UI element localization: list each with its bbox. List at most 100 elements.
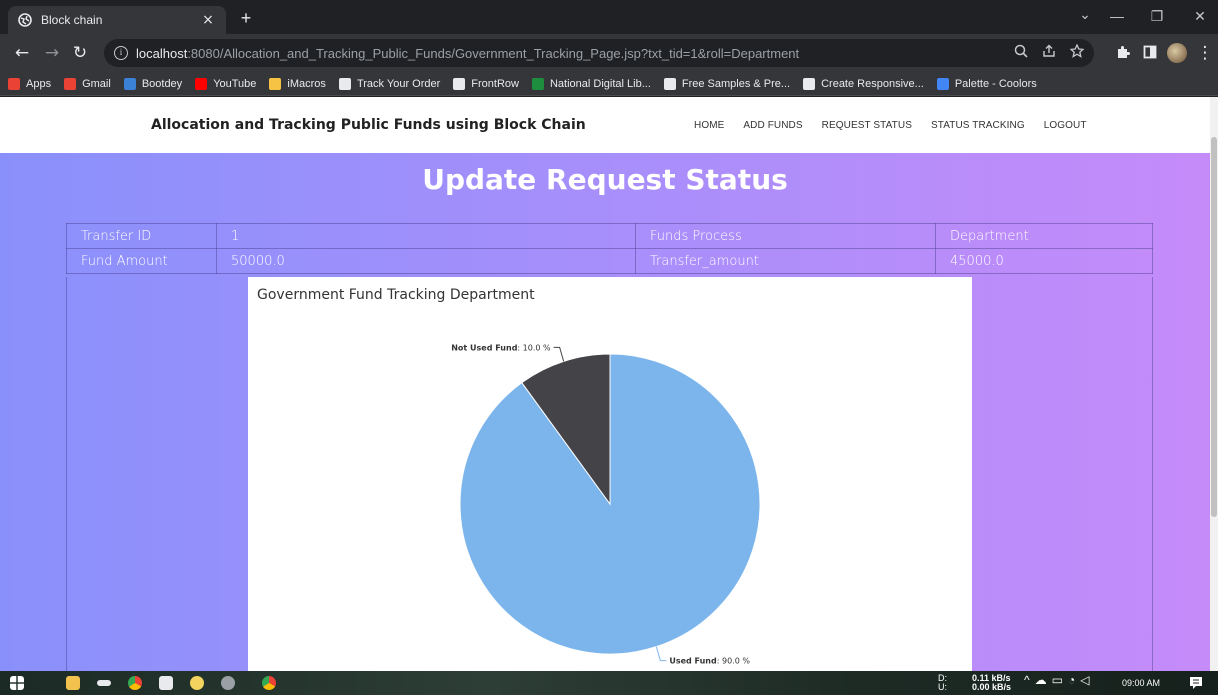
transfer-details-table: Transfer ID 1 Funds Process Department F… — [66, 223, 1153, 274]
notifications-icon[interactable] — [1189, 676, 1203, 690]
bookmark-label: Gmail — [82, 77, 111, 90]
page-title: Update Request Status — [422, 163, 788, 196]
system-tray-icons[interactable]: ^☁▭◔◁ — [1024, 674, 1094, 686]
pie-chart: Government Fund Tracking Department Used… — [248, 277, 972, 671]
data-label-connector — [655, 646, 667, 662]
bookmark-item[interactable]: Free Samples & Pre... — [663, 77, 791, 90]
youtube-icon — [195, 77, 208, 90]
bookmark-item[interactable]: Gmail — [64, 77, 111, 90]
minimize-button[interactable]: — — [1107, 8, 1127, 24]
zoom-icon[interactable] — [1014, 44, 1028, 58]
tab-search-icon[interactable]: ⌄ — [1075, 6, 1095, 23]
share-icon[interactable] — [1042, 44, 1056, 58]
pie-label-name: Used Fund — [669, 657, 717, 666]
bookmark-label: Apps — [26, 77, 52, 90]
new-tab-button[interactable]: + — [236, 9, 256, 27]
pie-data-label: Not Used Fund: 10.0 % — [451, 343, 551, 352]
reload-icon[interactable]: ↻ — [70, 43, 90, 63]
url-text: localhost:8080/Allocation_and_Tracking_P… — [136, 46, 799, 61]
bookmark-label: iMacros — [287, 77, 326, 90]
bookmark-label: FrontRow — [471, 77, 519, 90]
pie-label-value: 90.0 % — [722, 657, 750, 666]
funds-process-label: Funds Process — [635, 223, 936, 249]
close-window-button[interactable]: ✕ — [1190, 8, 1210, 25]
clock[interactable]: 09:00 AM — [1122, 679, 1160, 688]
restore-button[interactable]: ❐ — [1147, 8, 1167, 25]
chart-title: Government Fund Tracking Department — [257, 287, 535, 303]
chrome-icon[interactable] — [128, 676, 142, 690]
page-viewport: Allocation and Tracking Public Funds usi… — [0, 97, 1210, 671]
globe-icon — [18, 13, 32, 27]
file-explorer-icon[interactable] — [66, 676, 80, 690]
pie-chart-svg: Government Fund Tracking Department Used… — [257, 287, 761, 666]
fund-amount-value: 50000.0 — [216, 248, 636, 274]
globe-icon — [531, 77, 544, 90]
nav-logout-link[interactable]: LOGOUT — [1044, 120, 1087, 131]
nav-home-link[interactable]: HOME — [694, 120, 724, 131]
funds-process-value: Department — [935, 223, 1153, 249]
frontrow-icon — [453, 77, 466, 90]
windows-start-icon[interactable] — [10, 676, 24, 690]
chrome-active-icon[interactable] — [262, 676, 276, 690]
bookmark-label: Palette - Coolors — [954, 77, 1037, 90]
extensions-puzzle-icon[interactable] — [1113, 44, 1133, 60]
gmail-icon — [64, 77, 77, 90]
transfer-amount-value: 45000.0 — [935, 248, 1153, 274]
create-responsive-icon — [803, 77, 816, 90]
bookmark-label: Track Your Order — [356, 77, 441, 90]
bookmark-item[interactable]: Bootdey — [123, 77, 182, 90]
site-info-icon[interactable]: i — [114, 46, 128, 60]
pie-label-name: Not Used Fund — [451, 343, 517, 352]
browser-menu-icon[interactable]: ⋮ — [1195, 43, 1215, 63]
bookmark-item[interactable]: Apps — [8, 77, 52, 90]
bookmark-item[interactable]: Track Your Order — [338, 77, 441, 90]
forward-arrow-icon[interactable]: → — [42, 43, 62, 63]
bookmark-item[interactable]: Palette - Coolors — [936, 77, 1037, 90]
apps-grid-icon — [8, 77, 20, 90]
profile-avatar[interactable] — [1167, 43, 1187, 63]
network-labels: D: U: — [938, 674, 947, 692]
nav-status-tracking-link[interactable]: STATUS TRACKING — [931, 120, 1025, 131]
browser-tab-strip: Block chain × + ⌄ — ❐ ✕ — [0, 0, 1218, 34]
url-host: localhost — [136, 45, 188, 61]
bookmark-item[interactable]: FrontRow — [453, 77, 519, 90]
folder-icon — [269, 77, 282, 90]
bookmark-item[interactable]: National Digital Lib... — [531, 77, 651, 90]
tab-close-icon[interactable]: × — [200, 12, 216, 28]
table-row: Transfer ID 1 Funds Process Department — [66, 223, 1153, 249]
network-speed: 0.11 kB/s 0.00 kB/s — [972, 674, 1011, 692]
bookmark-star-icon[interactable] — [1070, 44, 1084, 58]
mail-icon[interactable] — [159, 676, 173, 690]
bookmark-label: YouTube — [213, 77, 257, 90]
upload-speed: 0.00 kB/s — [972, 682, 1012, 692]
scrollbar-thumb[interactable] — [1211, 137, 1217, 517]
taskbar-app-icon[interactable] — [97, 680, 111, 686]
nav-request-status-link[interactable]: REQUEST STATUS — [822, 120, 912, 131]
palette-icon — [936, 77, 949, 90]
address-bar[interactable]: i localhost:8080/Allocation_and_Tracking… — [104, 39, 1094, 67]
site-menu: HOME ADD FUNDS REQUEST STATUS STATUS TRA… — [694, 120, 1087, 131]
bookmark-item[interactable]: Create Responsive... — [803, 77, 924, 90]
site-navbar: Allocation and Tracking Public Funds usi… — [0, 97, 1210, 153]
taskbar-app-icon[interactable] — [190, 676, 204, 690]
pie-label-value: 10.0 % — [523, 343, 551, 352]
pie-data-label: Used Fund: 90.0 % — [669, 657, 750, 666]
bookmark-item[interactable]: iMacros — [269, 77, 326, 90]
transfer-amount-label: Transfer_amount — [635, 248, 936, 274]
bookmark-label: National Digital Lib... — [549, 77, 651, 90]
bookmarks-bar: Apps Gmail Bootdey YouTube iMacros Track Your… — [0, 72, 1218, 96]
browser-tab[interactable]: Block chain × — [8, 6, 226, 34]
tab-title: Block chain — [41, 13, 103, 27]
back-arrow-icon[interactable]: ← — [12, 43, 32, 63]
settings-gear-icon[interactable] — [221, 676, 235, 690]
page-scrollbar[interactable] — [1210, 97, 1218, 671]
nav-add-funds-link[interactable]: ADD FUNDS — [743, 120, 802, 131]
bootdey-icon — [123, 77, 136, 90]
bookmark-label: Free Samples & Pre... — [681, 77, 791, 90]
transfer-id-label: Transfer ID — [66, 223, 217, 249]
bookmark-item[interactable]: YouTube — [195, 77, 257, 90]
upload-label: U: — [938, 682, 947, 692]
table-row: Fund Amount 50000.0 Transfer_amount 4500… — [66, 248, 1153, 274]
site-brand[interactable]: Allocation and Tracking Public Funds usi… — [151, 117, 586, 133]
side-panel-icon[interactable] — [1140, 44, 1160, 60]
